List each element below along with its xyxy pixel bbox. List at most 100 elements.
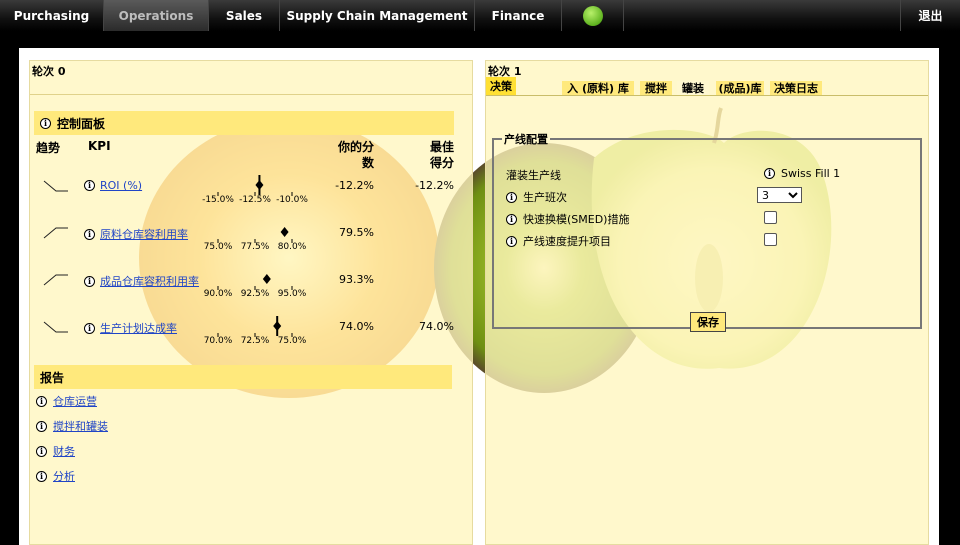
kpi-row-roi: i ROI (%) -12.2% -12.2% -15.0% -12.5% -10.0% <box>30 171 474 217</box>
gauge-tick-label: 70.0% <box>203 336 233 346</box>
speed-checkbox[interactable] <box>764 233 777 246</box>
kpi-name-link[interactable]: ROI (%) <box>100 179 142 192</box>
trend-up-icon <box>43 274 68 286</box>
report-header: 报告 <box>34 365 452 389</box>
report-title: 报告 <box>40 370 65 385</box>
nav-tab-finance[interactable]: Finance <box>475 0 562 31</box>
gauge-tick-label: -12.5% <box>239 195 271 205</box>
kpi-name-link[interactable]: 原料仓库容利用率 <box>100 226 188 242</box>
tab-bottling[interactable]: 罐装 <box>677 81 709 95</box>
info-icon[interactable]: i <box>84 322 95 334</box>
info-icon[interactable]: i <box>84 275 95 287</box>
info-icon[interactable]: i <box>84 180 95 191</box>
info-icon[interactable]: i <box>506 191 517 203</box>
info-icon[interactable]: i <box>36 470 47 482</box>
nav-tab-sales[interactable]: Sales <box>209 0 280 31</box>
tab-decision[interactable]: 决策 <box>486 77 516 95</box>
info-icon[interactable]: i <box>506 213 517 225</box>
gauge-tick-label: 92.5% <box>240 289 270 299</box>
report-link-label[interactable]: 财务 <box>53 443 75 459</box>
col-best-header: 最佳得分 <box>429 140 454 170</box>
line-value: Swiss Fill 1 <box>781 167 841 180</box>
nav-tab-supply-chain[interactable]: Supply Chain Management <box>280 0 475 31</box>
kpi-score: -12.2% <box>335 179 374 192</box>
gauge-tick-label: 80.0% <box>277 242 307 252</box>
left-panel-round-0: 轮次 0 i 控制面板 趋势 KPI 你的分数 最佳得分 i ROI (%) -12… <box>29 60 473 545</box>
shift-select-cell: 3 <box>757 187 802 203</box>
kpi-best-score: 74.0% <box>419 320 454 333</box>
tab-mixing[interactable]: 搅拌 <box>640 81 672 95</box>
kpi-gauge: 70.0% 72.5% 75.0% <box>200 314 310 354</box>
smed-checkbox-cell <box>764 211 777 224</box>
info-icon[interactable]: i <box>36 395 47 407</box>
gauge-tick-label: -15.0% <box>202 195 234 205</box>
gauge-score-marker <box>280 227 289 237</box>
dashboard-title: 控制面板 <box>57 116 106 131</box>
save-button[interactable]: 保存 <box>690 312 726 332</box>
report-link-finance[interactable]: i 财务 <box>36 443 75 459</box>
gauge-tick-label: 75.0% <box>203 242 233 252</box>
kpi-name-link[interactable]: 成品仓库容积利用率 <box>100 273 199 289</box>
tab-decision-log[interactable]: 决策日志 <box>770 81 822 95</box>
divider <box>486 95 928 96</box>
gauge-tick-label: -10.0% <box>276 195 308 205</box>
line-value-cell: i Swiss Fill 1 <box>764 167 840 180</box>
kpi-name-link[interactable]: 生产计划达成率 <box>100 320 177 336</box>
gauge-score-marker <box>255 180 264 190</box>
kpi-gauge-axis <box>217 175 293 196</box>
nav-status-indicator[interactable] <box>562 0 624 31</box>
top-nav: Purchasing Operations Sales Supply Chain… <box>0 0 960 31</box>
report-link-mixing-bottling[interactable]: i 搅拌和罐装 <box>36 418 108 434</box>
line-label-row: 灌装生产线 <box>506 167 561 183</box>
divider <box>30 94 472 95</box>
kpi-row-plan-achievement: i 生产计划达成率 74.0% 74.0% 70.0% 72.5% 75.0% <box>30 312 474 358</box>
decision-tabs: 决策 入 (原料) 库 搅拌 罐装 (成品)库 决策日志 <box>486 77 930 95</box>
kpi-gauge-axis <box>217 316 293 337</box>
smed-row: i 快速换模(SMED)措施 <box>506 211 629 227</box>
info-icon[interactable]: i <box>36 420 47 432</box>
kpi-name-cell: i 成品仓库容积利用率 <box>84 273 199 289</box>
speed-row: i 产线速度提升项目 <box>506 233 611 249</box>
shift-label: 生产班次 <box>523 191 567 204</box>
tab-finished-warehouse[interactable]: (成品)库 <box>716 81 764 95</box>
shift-row: i 生产班次 <box>506 189 567 205</box>
round-0-title: 轮次 0 <box>32 65 66 78</box>
gauge-tick-label: 90.0% <box>203 289 233 299</box>
kpi-name-cell: i 原料仓库容利用率 <box>84 226 188 242</box>
nav-tab-purchasing[interactable]: Purchasing <box>0 0 104 31</box>
kpi-gauge: 75.0% 77.5% 80.0% <box>200 220 310 260</box>
report-link-label[interactable]: 仓库运营 <box>53 393 97 409</box>
nav-tab-operations[interactable]: Operations <box>104 0 209 31</box>
report-link-label[interactable]: 分析 <box>53 468 75 484</box>
info-icon[interactable]: i <box>40 117 51 129</box>
gauge-tick-label: 75.0% <box>277 336 307 346</box>
kpi-gauge: -15.0% -12.5% -10.0% <box>200 173 310 213</box>
tab-raw-warehouse[interactable]: 入 (原料) 库 <box>562 81 634 95</box>
info-icon[interactable]: i <box>506 235 517 247</box>
report-link-warehouse[interactable]: i 仓库运营 <box>36 393 97 409</box>
report-link-label[interactable]: 搅拌和罐装 <box>53 418 108 434</box>
info-icon[interactable]: i <box>36 445 47 457</box>
line-label: 灌装生产线 <box>506 169 561 182</box>
gauge-tick-label: 95.0% <box>277 289 307 299</box>
line-config-fieldset: 产线配置 灌装生产线 i Swiss Fill 1 i 生产班次 3 i 快速换… <box>492 131 922 332</box>
shift-select[interactable]: 3 <box>757 187 802 203</box>
trend-down-icon <box>43 180 68 192</box>
kpi-name-cell: i 生产计划达成率 <box>84 320 177 336</box>
kpi-gauge-axis <box>217 274 293 290</box>
line-config-legend: 产线配置 <box>504 133 548 146</box>
kpi-row-raw-utilization: i 原料仓库容利用率 79.5% 75.0% 77.5% 80.0% <box>30 218 474 264</box>
logout-button[interactable]: 退出 <box>900 0 960 31</box>
trend-up-icon <box>43 227 68 239</box>
green-status-dot-icon <box>582 5 603 26</box>
smed-label: 快速换模(SMED)措施 <box>523 213 630 226</box>
kpi-gauge: 90.0% 92.5% 95.0% <box>200 267 310 307</box>
kpi-gauge-axis <box>217 227 293 243</box>
kpi-best-score: -12.2% <box>415 179 454 192</box>
col-score-header: 你的分数 <box>337 140 374 170</box>
info-icon[interactable]: i <box>764 168 775 179</box>
smed-checkbox[interactable] <box>764 211 777 224</box>
report-link-analysis[interactable]: i 分析 <box>36 468 75 484</box>
info-icon[interactable]: i <box>84 228 95 240</box>
speed-checkbox-cell <box>764 233 777 246</box>
